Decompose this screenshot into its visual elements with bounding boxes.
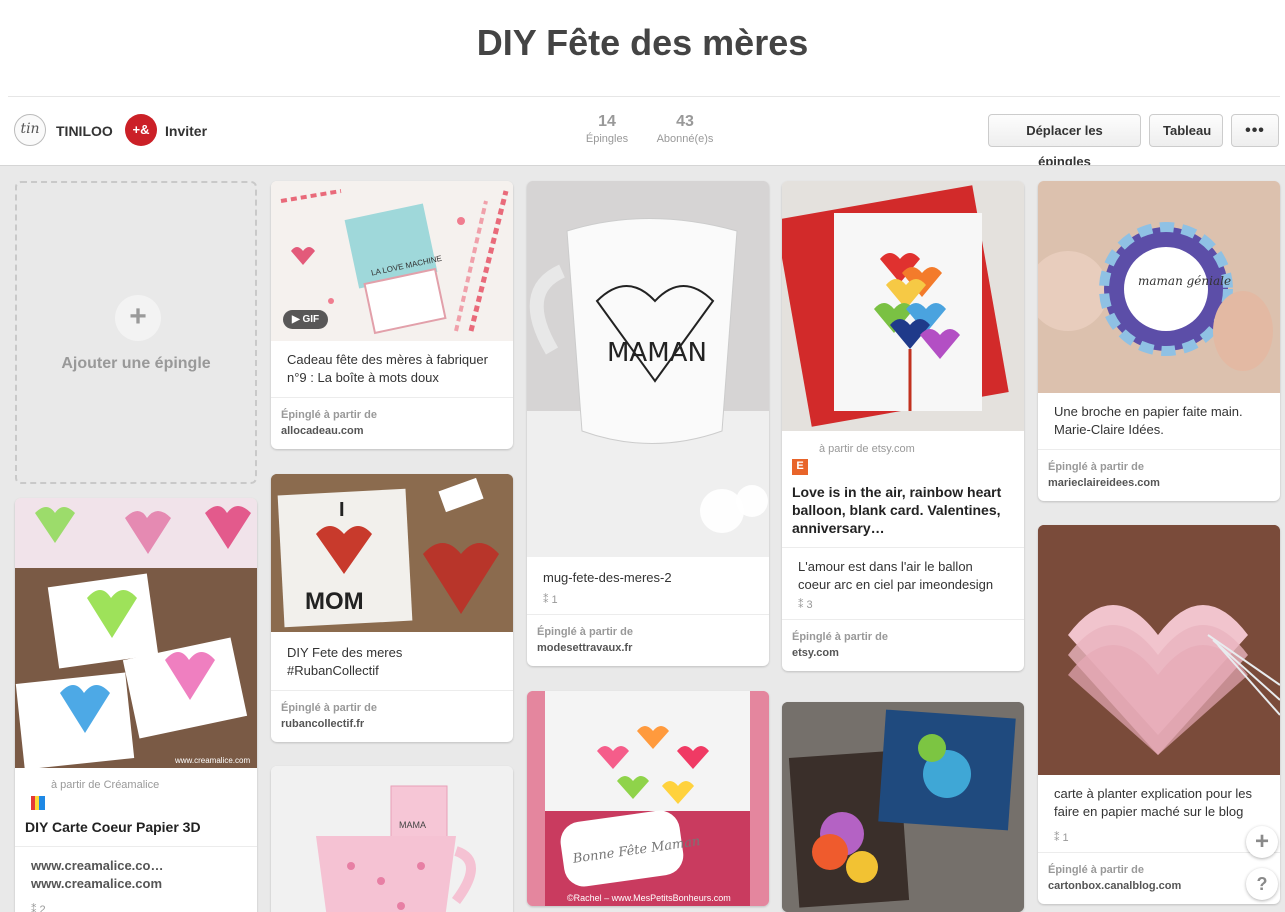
pin-image[interactable]	[782, 702, 1024, 912]
pins-label: Épingles	[585, 133, 629, 145]
etsy-icon: E	[792, 459, 808, 475]
image-label: maman géniale	[1138, 274, 1231, 288]
paper-hearts-image: www.creamalice.com	[15, 498, 257, 768]
pin-source[interactable]: Épinglé à partir de cartonbox.canalblog.…	[1038, 852, 1280, 904]
move-pins-button[interactable]: Déplacer les épingles	[988, 114, 1141, 169]
pins-count: 14	[598, 113, 616, 130]
pin-title[interactable]: DIY Carte Coeur Papier 3D	[15, 814, 257, 846]
source-domain[interactable]: etsy.com	[792, 645, 1014, 661]
pin-description: L'amour est dans l'air le ballon coeur a…	[782, 547, 1024, 598]
pin-source[interactable]: Épinglé à partir de modesettravaux.fr	[527, 614, 769, 666]
pin-image[interactable]	[1038, 525, 1280, 775]
pin-image[interactable]: MAMAN	[527, 181, 769, 557]
followers-stat[interactable]: 43 Abonné(e)s	[652, 113, 718, 145]
invite-button[interactable]: Inviter	[165, 123, 207, 139]
pin-card[interactable]: I MOM DIY Fete des meres #RubanCollectif…	[271, 474, 513, 742]
pin-grid: + Ajouter une épingle www.creamalice.com…	[0, 165, 1285, 912]
source-label: Épinglé à partir de	[537, 626, 633, 638]
plus-icon: +	[115, 295, 161, 341]
image-label: MAMA	[399, 820, 426, 830]
pin-description: Cadeau fête des mères à fabriquer n°9 : …	[287, 352, 488, 385]
more-options-button[interactable]: •••	[1231, 114, 1279, 147]
bonne-fete-card-image: Bonne Fête Maman ©Rachel – www.MesPetits…	[527, 691, 769, 906]
pin-card[interactable]	[782, 702, 1024, 912]
rich-header: à partir de Créamalice	[15, 768, 257, 814]
image-watermark: www.creamalice.com	[174, 756, 250, 765]
paper-birds-image	[782, 702, 1024, 912]
repin-count: ⁑ 3	[798, 599, 813, 611]
pin-description: Une broche en papier faite main. Marie-C…	[1054, 404, 1243, 437]
repin-count: ⁑ 1	[1054, 832, 1069, 844]
pin-source[interactable]: Épinglé à partir de rubancollectif.fr	[271, 690, 513, 742]
origami-heart-image: I MOM	[271, 474, 513, 632]
source-label: Épinglé à partir de	[281, 702, 377, 714]
paper-cup-image: MAMA	[271, 766, 513, 912]
pin-source-site: à partir de Créamalice	[51, 779, 160, 791]
source-domain[interactable]: modesettravaux.fr	[537, 640, 759, 656]
pin-card[interactable]: MAMAN mug-fete-des-meres-2 ⁑ 1 Épinglé à…	[527, 181, 769, 666]
followers-label: Abonné(e)s	[656, 133, 714, 145]
image-mom: MOM	[305, 588, 364, 615]
source-domain[interactable]: cartonbox.canalblog.com	[1048, 878, 1270, 894]
pin-image[interactable]: I MOM	[271, 474, 513, 632]
mug-image: MAMAN	[527, 181, 769, 557]
pin-image[interactable]: LA LOVE MACHINE ▶ GIF	[271, 181, 513, 341]
source-label: Épinglé à partir de	[1048, 461, 1144, 473]
owner-name[interactable]: TINILOO	[56, 123, 113, 139]
pin-title[interactable]: Love is in the air, rainbow heart balloo…	[782, 477, 1024, 547]
pin-source[interactable]: Épinglé à partir de marieclaireidees.com	[1038, 449, 1280, 501]
gif-badge[interactable]: ▶ GIF	[283, 310, 329, 329]
pin-source-site: à partir de etsy.com	[819, 443, 915, 455]
invite-icon[interactable]: +&	[125, 114, 157, 146]
pin-card[interactable]: carte à planter explication pour les fai…	[1038, 525, 1280, 904]
help-button[interactable]: ?	[1246, 868, 1278, 900]
add-pin-label: Ajouter une épingle	[61, 355, 211, 372]
source-domain[interactable]: marieclaireidees.com	[1048, 475, 1270, 491]
pin-image[interactable]: maman géniale	[1038, 181, 1280, 393]
image-credit: ©Rachel – www.MesPetitsBonheurs.com	[567, 893, 731, 903]
page-title: DIY Fête des mères	[476, 22, 809, 63]
pin-description: carte à planter explication pour les fai…	[1054, 786, 1253, 819]
source-label: Épinglé à partir de	[281, 409, 377, 421]
pin-source[interactable]: Épinglé à partir de etsy.com	[782, 619, 1024, 671]
pin-link[interactable]: www.creamalice.com	[31, 875, 241, 893]
pin-card[interactable]: Bonne Fête Maman ©Rachel – www.MesPetits…	[527, 691, 769, 906]
pin-links: www.creamalice.co… www.creamalice.com	[15, 846, 257, 903]
site-favicon-icon	[31, 796, 45, 810]
pin-card[interactable]: à partir de etsy.com E Love is in the ai…	[782, 181, 1024, 671]
pin-card[interactable]: LA LOVE MACHINE ▶ GIF Cadeau fête des mè…	[271, 181, 513, 449]
pin-description: mug-fete-des-meres-2	[543, 570, 672, 585]
source-domain[interactable]: rubancollectif.fr	[281, 716, 503, 732]
owner-avatar[interactable]: tin	[14, 114, 46, 146]
pin-description: DIY Fete des meres #RubanCollectif	[287, 645, 403, 678]
source-label: Épinglé à partir de	[1048, 864, 1144, 876]
paper-brooch-image: maman géniale	[1038, 181, 1280, 393]
pin-image[interactable]: www.creamalice.com	[15, 498, 257, 768]
rich-header: à partir de etsy.com E	[782, 431, 1024, 477]
board-button[interactable]: Tableau	[1149, 114, 1223, 147]
repin-count: ⁑ 2	[31, 904, 46, 912]
image-label: MAMAN	[607, 338, 707, 368]
repin-count: ⁑ 1	[543, 594, 558, 606]
pin-image[interactable]	[782, 181, 1024, 431]
paper-mache-hearts-image	[1038, 525, 1280, 775]
pin-link[interactable]: www.creamalice.co…	[31, 857, 241, 875]
followers-count: 43	[676, 113, 694, 130]
pin-source[interactable]: Épinglé à partir de allocadeau.com	[271, 397, 513, 449]
add-pin-float-button[interactable]: +	[1246, 826, 1278, 858]
pins-stat[interactable]: 14 Épingles	[584, 113, 630, 145]
image-letter: I	[339, 499, 345, 521]
add-pin-card[interactable]: + Ajouter une épingle	[15, 181, 257, 484]
pin-card[interactable]: maman géniale Une broche en papier faite…	[1038, 181, 1280, 501]
pin-card[interactable]: MAMA	[271, 766, 513, 912]
heart-balloon-card-image	[782, 181, 1024, 431]
source-domain[interactable]: allocadeau.com	[281, 423, 503, 439]
pin-image[interactable]: MAMA	[271, 766, 513, 912]
board-header: tin TINILOO +& Inviter 14 Épingles 43 Ab…	[0, 97, 1285, 169]
source-label: Épinglé à partir de	[792, 631, 888, 643]
pin-card[interactable]: www.creamalice.com à partir de Créamalic…	[15, 498, 257, 912]
pin-image[interactable]: Bonne Fête Maman ©Rachel – www.MesPetits…	[527, 691, 769, 906]
